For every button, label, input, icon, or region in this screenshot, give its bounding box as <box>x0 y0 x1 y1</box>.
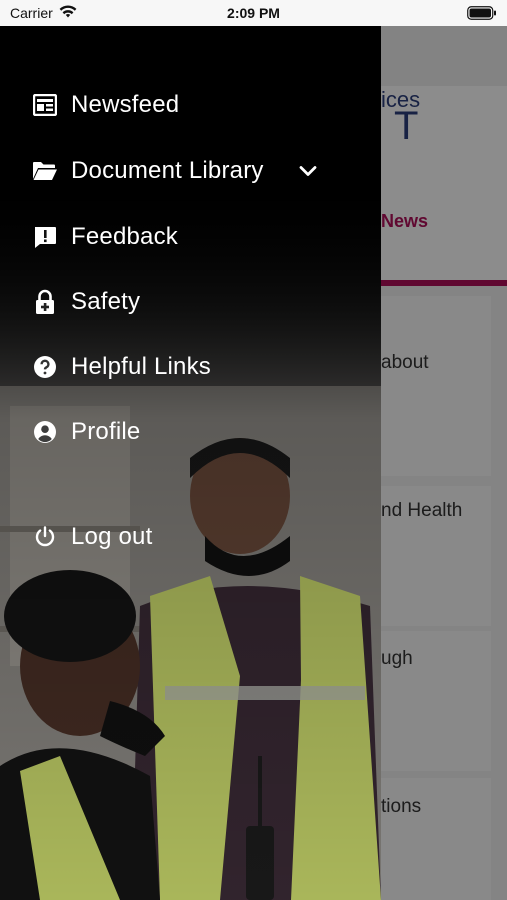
chevron-down-icon[interactable] <box>296 159 320 183</box>
menu-item-label: Safety <box>71 288 141 315</box>
lock-plus-icon <box>32 289 58 315</box>
newspaper-icon <box>32 92 58 118</box>
menu-item-label: Feedback <box>71 223 178 250</box>
help-circle-icon <box>32 354 58 380</box>
account-circle-icon <box>32 419 58 445</box>
menu-item-document-library[interactable]: Document Library <box>0 146 381 196</box>
menu-item-label: Document Library <box>71 157 264 184</box>
side-drawer: Newsfeed Document Library Feedback Safet… <box>0 26 381 900</box>
drawer-scrim[interactable] <box>381 26 507 900</box>
menu-item-helpful-links[interactable]: Helpful Links <box>0 342 381 392</box>
menu-item-label: Profile <box>71 418 141 445</box>
menu-item-safety[interactable]: Safety <box>0 277 381 327</box>
menu-item-feedback[interactable]: Feedback <box>0 212 381 262</box>
menu-item-label: Newsfeed <box>71 91 180 118</box>
menu-item-newsfeed[interactable]: Newsfeed <box>0 80 381 130</box>
clock-time: 2:09 PM <box>227 5 280 21</box>
logout-button[interactable]: Log out <box>0 512 381 562</box>
menu-item-profile[interactable]: Profile <box>0 407 381 457</box>
folder-open-icon <box>32 158 58 184</box>
menu-item-label: Helpful Links <box>71 353 212 380</box>
status-bar: Carrier 2:09 PM <box>0 0 507 26</box>
power-icon <box>32 524 58 550</box>
feedback-icon <box>32 224 58 250</box>
logout-label: Log out <box>71 523 153 550</box>
